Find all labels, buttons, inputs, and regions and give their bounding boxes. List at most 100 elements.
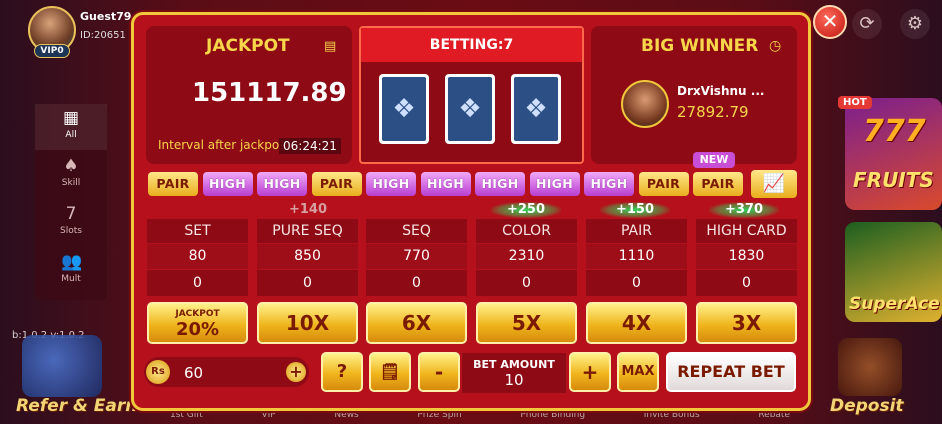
gear-icon[interactable]: ⚙ xyxy=(900,9,930,39)
nav-item[interactable]: Phone Binding xyxy=(520,410,585,424)
column-payout: 2310 xyxy=(476,244,577,269)
hot-badge: HOT xyxy=(838,96,872,109)
nav-item[interactable]: VIP xyxy=(262,410,276,424)
history-chip: HIGH xyxy=(475,172,525,196)
add-balance-button[interactable]: + xyxy=(286,362,306,382)
player-profile[interactable]: VIP0 Guest79... ID:20651 xyxy=(28,6,144,58)
game-tile-fruits[interactable]: 777 FRUITS xyxy=(845,98,942,210)
rupee-coin-icon: Rs xyxy=(146,360,170,384)
decrease-bet-button[interactable]: - xyxy=(418,352,460,392)
betting-box: BETTING:7 ❖ ❖ ❖ xyxy=(359,26,584,164)
column-header: PAIR xyxy=(586,219,687,243)
side-item-label: All xyxy=(65,130,77,140)
boost-high-card: +370 xyxy=(709,202,779,218)
bet-amount-box: BET AMOUNT 10 xyxy=(462,353,566,393)
history-button[interactable]: 🗒 xyxy=(369,352,411,392)
betting-title: BETTING:7 xyxy=(361,28,582,62)
interval-label: Interval after jackpot: xyxy=(158,138,288,152)
bet-amount-value: 10 xyxy=(504,371,524,389)
nav-item[interactable]: Prize Spin xyxy=(417,410,461,424)
document-icon[interactable]: ▤ xyxy=(324,39,336,54)
multiplier-button[interactable]: 4X xyxy=(586,302,687,344)
column-bet: 0 xyxy=(586,270,687,296)
jackpot-title: JACKPOT xyxy=(206,36,290,56)
history-chip: PAIR xyxy=(311,172,362,196)
tile-label: FRUITS xyxy=(853,168,934,192)
clock-icon[interactable]: ◷ xyxy=(769,38,781,54)
tile-label: SuperAce xyxy=(849,294,940,314)
side-item-mult[interactable]: 👥 Mult xyxy=(35,248,107,294)
side-item-slots[interactable]: 7 Slots xyxy=(35,200,107,246)
multiplier-value: 20% xyxy=(175,319,220,340)
winner-amount: 27892.79 xyxy=(677,103,749,121)
bet-column[interactable]: SET 80 0 xyxy=(147,219,248,297)
deposit-button[interactable]: Deposit xyxy=(830,396,904,416)
sync-icon[interactable]: ⟳ xyxy=(852,9,882,39)
multiplier-button[interactable]: 6X xyxy=(366,302,467,344)
side-item-all[interactable]: ▦ All xyxy=(35,104,107,150)
multiplier-button[interactable]: 10X xyxy=(257,302,358,344)
bet-column[interactable]: PAIR 1110 0 xyxy=(586,219,687,297)
column-header: HIGH CARD xyxy=(696,219,797,243)
history-chip: HIGH xyxy=(366,172,416,196)
column-payout: 80 xyxy=(147,244,248,269)
lobby-bottom-nav: 1st Gift VIP News Prize Spin Phone Bindi… xyxy=(170,410,790,424)
history-chip: HIGH xyxy=(257,172,307,196)
history-chip: PAIR xyxy=(638,172,689,196)
column-bet: 0 xyxy=(257,270,358,296)
column-bet: 0 xyxy=(366,270,467,296)
history-chip: HIGH xyxy=(584,172,634,196)
column-payout: 770 xyxy=(366,244,467,269)
deposit-illustration[interactable] xyxy=(838,338,902,396)
trend-chart-button[interactable]: 📈 xyxy=(751,170,797,198)
column-payout: 1110 xyxy=(586,244,687,269)
nav-item[interactable]: News xyxy=(334,410,358,424)
multiplier-button[interactable]: 3X xyxy=(696,302,797,344)
history-chip: HIGH xyxy=(420,172,471,196)
side-item-skill[interactable]: ♠ Skill xyxy=(35,152,107,198)
history-chip: PAIR xyxy=(148,172,198,196)
multiplier-button[interactable]: 5X xyxy=(476,302,577,344)
balance-value: 60 xyxy=(184,364,204,382)
player-id: ID:20651 xyxy=(80,30,126,41)
max-bet-button[interactable]: MAX xyxy=(617,352,659,392)
interval-timer: 06:24:21 xyxy=(279,138,341,154)
multiplier-button[interactable]: JACKPOT 20% xyxy=(147,302,248,344)
boost-pure-seq: +140 xyxy=(288,202,328,217)
card-back: ❖ xyxy=(445,74,495,144)
slot-machine-icon: 7 xyxy=(65,204,77,224)
increase-bet-button[interactable]: + xyxy=(569,352,611,392)
refer-illustration[interactable] xyxy=(22,335,102,397)
card-back: ❖ xyxy=(511,74,561,144)
winner-avatar xyxy=(621,80,669,128)
receipt-icon: 🗒 xyxy=(379,362,401,381)
help-button[interactable]: ? xyxy=(321,352,363,392)
history-chip: HIGH xyxy=(202,172,253,196)
nav-item[interactable]: Rebate xyxy=(758,410,790,424)
column-bet: 0 xyxy=(147,270,248,296)
vip-badge: VIP0 xyxy=(34,44,70,58)
nav-item[interactable]: 1st Gift xyxy=(170,410,203,424)
spade-icon: ♠ xyxy=(63,156,79,176)
bet-column[interactable]: PURE SEQ 850 0 xyxy=(257,219,358,297)
jackpot-value: 151117.89 xyxy=(192,78,347,108)
lobby-side-menu: ▦ All ♠ Skill 7 Slots 👥 Mult xyxy=(35,104,107,300)
new-badge: NEW xyxy=(693,152,735,168)
bet-column[interactable]: HIGH CARD 1830 0 xyxy=(696,219,797,297)
history-chip: HIGH xyxy=(529,172,580,196)
nav-item[interactable]: Invite Bonus xyxy=(644,410,700,424)
bet-column[interactable]: SEQ 770 0 xyxy=(366,219,467,297)
repeat-bet-button[interactable]: REPEAT BET xyxy=(666,352,796,392)
bet-column[interactable]: COLOR 2310 0 xyxy=(476,219,577,297)
winner-name: DrxVishnu ... xyxy=(677,84,765,98)
tile-number: 777 xyxy=(863,114,926,149)
game-tile-superace[interactable]: SuperAce xyxy=(845,222,942,322)
column-header: SEQ xyxy=(366,219,467,243)
refer-earn-button[interactable]: Refer & Earn xyxy=(16,396,137,416)
close-icon: ✕ xyxy=(821,9,839,33)
close-button[interactable]: ✕ xyxy=(813,5,847,39)
column-bet: 0 xyxy=(696,270,797,296)
chart-icon: 📈 xyxy=(762,173,786,194)
column-header: COLOR xyxy=(476,219,577,243)
column-header: SET xyxy=(147,219,248,243)
